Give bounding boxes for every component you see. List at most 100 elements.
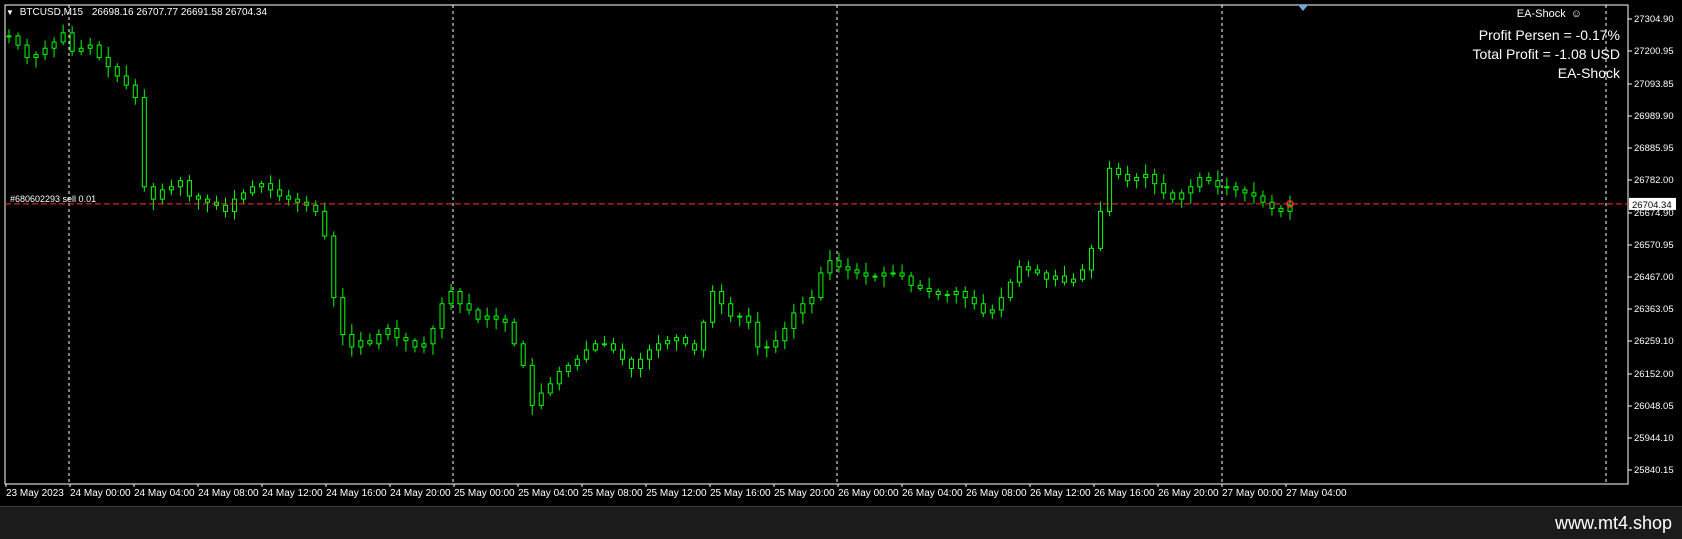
time-tick-label: 24 May 20:00	[390, 488, 451, 499]
plot-frame	[4, 4, 1629, 485]
price-tick-label: 26570.95	[1634, 240, 1674, 251]
candle-body	[33, 53, 39, 58]
ea-indicator[interactable]: EA-Shock ☺	[1517, 8, 1582, 20]
candle-body	[944, 294, 950, 297]
chart-window[interactable]: #680602293 sell 0.01 23 May 2023 24 May 0…	[0, 0, 1682, 506]
candle-body	[430, 327, 436, 345]
candle-body	[141, 96, 147, 188]
candle-body	[502, 318, 508, 323]
candle-body	[1107, 167, 1113, 212]
candle-body	[439, 303, 445, 329]
candle-body	[331, 235, 337, 299]
candle-body	[1025, 266, 1031, 271]
candle-body	[403, 337, 409, 342]
chart-canvas[interactable]: #680602293 sell 0.01 23 May 2023 24 May 0…	[0, 0, 1682, 506]
candle-body	[692, 343, 698, 351]
time-tick-label: 25 May 08:00	[582, 488, 643, 499]
candle-body	[592, 343, 598, 351]
price-tick-label: 26885.95	[1634, 143, 1674, 154]
candle-body	[1061, 275, 1067, 283]
candle-body	[15, 35, 21, 46]
candle-body	[962, 290, 968, 299]
candle-body	[1043, 272, 1049, 280]
candle-body	[899, 272, 905, 277]
time-tick-label: 23 May 2023	[6, 488, 64, 499]
time-tick-label: 25 May 16:00	[710, 488, 771, 499]
candle-body	[881, 272, 887, 277]
current-price-label: 26704.34	[1632, 200, 1672, 211]
candle-body	[177, 180, 183, 188]
candle-body	[1278, 207, 1284, 212]
time-tick-label: 24 May 00:00	[70, 488, 131, 499]
candle-body	[42, 47, 48, 55]
time-tick-label: 26 May 20:00	[1158, 488, 1219, 499]
candle-body	[186, 180, 192, 197]
candle-body	[1269, 201, 1275, 209]
candle-body	[583, 349, 589, 360]
time-tick-label: 26 May 00:00	[838, 488, 899, 499]
time-tick-label: 26 May 16:00	[1094, 488, 1155, 499]
shift-marker-icon[interactable]	[1298, 5, 1308, 11]
candle-body	[998, 297, 1004, 311]
candle-body	[1134, 177, 1140, 182]
candle-body	[376, 334, 382, 345]
profit-percent-text: Profit Persen = -0.17%	[1478, 27, 1620, 43]
time-tick-label: 25 May 04:00	[518, 488, 579, 499]
candle-body	[412, 340, 418, 348]
candle-body	[637, 358, 643, 369]
time-tick-label: 25 May 00:00	[454, 488, 515, 499]
candle-body	[313, 204, 319, 212]
candle-body	[737, 315, 743, 318]
candle-body	[493, 315, 499, 320]
candle-body	[268, 183, 274, 191]
candle-body	[818, 272, 824, 299]
ohlc-values: 26698.16 26707.77 26691.58 26704.34	[91, 7, 268, 18]
candle-body	[710, 290, 716, 323]
candle-body	[827, 260, 833, 274]
candle-body	[1260, 195, 1266, 203]
candle-body	[538, 392, 544, 406]
candle-body	[69, 32, 75, 52]
time-tick-label: 24 May 16:00	[326, 488, 387, 499]
candle-body	[863, 272, 869, 277]
candle-body	[665, 340, 671, 345]
candle-body	[250, 186, 256, 194]
candle-body	[123, 75, 129, 86]
candle-body	[782, 327, 788, 342]
candle-body	[610, 343, 616, 351]
time-tick-label: 26 May 08:00	[966, 488, 1027, 499]
candle-body	[953, 290, 959, 296]
smiley-icon: ☺	[1570, 8, 1582, 20]
candle-body	[836, 260, 842, 268]
price-tick-label: 26363.05	[1634, 304, 1674, 315]
candle-body	[547, 383, 553, 394]
footer-bar: www.mt4.shop	[0, 506, 1682, 539]
candle-body	[556, 371, 562, 385]
candle-body	[791, 312, 797, 329]
candle-body	[223, 204, 229, 212]
candle-body	[926, 287, 932, 292]
candle-body	[773, 340, 779, 348]
price-tick-label: 26782.00	[1634, 175, 1674, 186]
candle-body	[511, 321, 517, 345]
candle-body	[1197, 177, 1203, 188]
candle-body	[475, 309, 481, 320]
candle-body	[1215, 180, 1221, 188]
candle-body	[358, 340, 364, 348]
candle-body	[114, 66, 120, 77]
candle-body	[24, 44, 30, 58]
candle-body	[674, 337, 680, 342]
candle-body	[385, 327, 391, 336]
candle-body	[1188, 186, 1194, 194]
candle-body	[872, 275, 878, 278]
time-tick-label: 26 May 12:00	[1030, 488, 1091, 499]
dropdown-triangle-icon[interactable]: ▼	[6, 8, 14, 17]
candle-body	[989, 309, 995, 314]
time-tick-label: 26 May 04:00	[902, 488, 963, 499]
price-tick-label: 27093.85	[1634, 79, 1674, 90]
candle-body	[466, 303, 472, 311]
candle-body	[529, 364, 535, 406]
price-tick-label: 26152.00	[1634, 369, 1674, 380]
ea-name-text: EA-Shock	[1557, 65, 1620, 81]
candle-body	[1070, 278, 1076, 283]
